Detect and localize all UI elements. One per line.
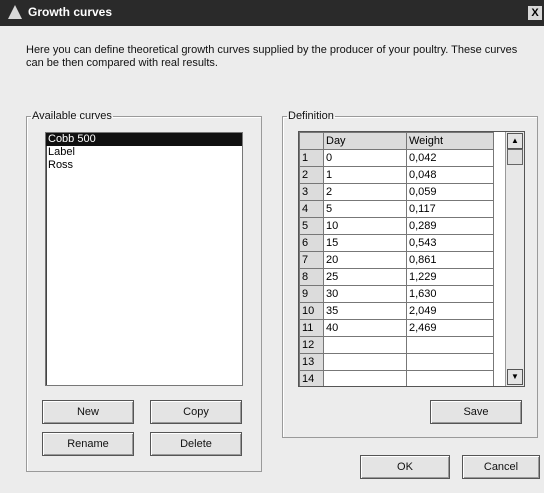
row-number[interactable]: 10 [299, 302, 324, 320]
weight-cell[interactable]: 2,469 [406, 319, 494, 337]
row-number[interactable]: 9 [299, 285, 324, 303]
close-button[interactable]: X [528, 6, 542, 20]
table-row[interactable]: 5 10 0,289 [299, 217, 494, 235]
grid-header-row: Day Weight [299, 132, 494, 150]
weight-cell[interactable]: 0,543 [406, 234, 494, 252]
row-number[interactable]: 12 [299, 336, 324, 354]
title-bar[interactable]: Growth curves X [0, 0, 544, 26]
cancel-button[interactable]: Cancel [462, 455, 540, 479]
row-number[interactable]: 8 [299, 268, 324, 286]
row-number[interactable]: 5 [299, 217, 324, 235]
day-cell[interactable]: 0 [323, 149, 407, 167]
curve-list-item[interactable]: Cobb 500 [46, 133, 242, 146]
day-cell[interactable] [323, 353, 407, 371]
table-row[interactable]: 10 35 2,049 [299, 302, 494, 320]
column-header-day[interactable]: Day [323, 132, 407, 150]
delete-button[interactable]: Delete [150, 432, 242, 456]
table-row[interactable]: 2 1 0,048 [299, 166, 494, 184]
weight-cell[interactable]: 0,059 [406, 183, 494, 201]
row-number[interactable]: 11 [299, 319, 324, 337]
weight-cell[interactable]: 0,048 [406, 166, 494, 184]
scroll-thumb[interactable] [507, 149, 523, 165]
row-number[interactable]: 2 [299, 166, 324, 184]
weight-cell[interactable] [406, 336, 494, 354]
table-row[interactable]: 7 20 0,861 [299, 251, 494, 269]
table-row[interactable]: 8 25 1,229 [299, 268, 494, 286]
scroll-down-icon[interactable]: ▼ [507, 369, 523, 385]
row-number[interactable]: 3 [299, 183, 324, 201]
table-row[interactable]: 1 0 0,042 [299, 149, 494, 167]
table-row[interactable]: 13 [299, 353, 494, 371]
day-cell[interactable] [323, 336, 407, 354]
table-row[interactable]: 11 40 2,469 [299, 319, 494, 337]
weight-cell[interactable]: 0,042 [406, 149, 494, 167]
table-row[interactable]: 6 15 0,543 [299, 234, 494, 252]
rename-button[interactable]: Rename [42, 432, 134, 456]
available-curves-legend: Available curves [32, 110, 112, 122]
row-number[interactable]: 7 [299, 251, 324, 269]
day-cell[interactable]: 40 [323, 319, 407, 337]
new-button[interactable]: New [42, 400, 134, 424]
weight-cell[interactable]: 0,861 [406, 251, 494, 269]
definition-legend: Definition [288, 110, 334, 122]
curve-list-item[interactable]: Ross [46, 159, 242, 172]
row-number[interactable]: 13 [299, 353, 324, 371]
day-cell[interactable]: 30 [323, 285, 407, 303]
weight-cell[interactable]: 0,289 [406, 217, 494, 235]
row-number[interactable]: 14 [299, 370, 324, 386]
table-row[interactable]: 4 5 0,117 [299, 200, 494, 218]
row-number[interactable]: 1 [299, 149, 324, 167]
day-cell[interactable] [323, 370, 407, 386]
growth-curves-dialog: Growth curves X Here you can define theo… [0, 0, 544, 493]
table-row[interactable]: 3 2 0,059 [299, 183, 494, 201]
save-button[interactable]: Save [430, 400, 522, 424]
weight-cell[interactable] [406, 370, 494, 386]
day-cell[interactable]: 2 [323, 183, 407, 201]
column-header-weight[interactable]: Weight [406, 132, 494, 150]
day-cell[interactable]: 15 [323, 234, 407, 252]
intro-text: Here you can define theoretical growth c… [26, 44, 518, 69]
weight-cell[interactable]: 1,630 [406, 285, 494, 303]
day-cell[interactable]: 35 [323, 302, 407, 320]
weight-cell[interactable]: 2,049 [406, 302, 494, 320]
day-cell[interactable]: 25 [323, 268, 407, 286]
table-row[interactable]: 9 30 1,630 [299, 285, 494, 303]
day-cell[interactable]: 1 [323, 166, 407, 184]
table-row[interactable]: 14 [299, 370, 494, 386]
app-icon [8, 5, 22, 19]
scroll-up-icon[interactable]: ▲ [507, 133, 523, 149]
window-title: Growth curves [28, 5, 113, 19]
row-number[interactable]: 6 [299, 234, 324, 252]
curve-list-item[interactable]: Label [46, 146, 242, 159]
curves-listbox[interactable]: Cobb 500 Label Ross [45, 132, 243, 386]
grid-scrollbar[interactable]: ▲ ▼ [505, 132, 524, 386]
grid-corner [299, 132, 324, 150]
day-cell[interactable]: 5 [323, 200, 407, 218]
weight-cell[interactable]: 0,117 [406, 200, 494, 218]
day-cell[interactable]: 20 [323, 251, 407, 269]
row-number[interactable]: 4 [299, 200, 324, 218]
day-cell[interactable]: 10 [323, 217, 407, 235]
table-row[interactable]: 12 [299, 336, 494, 354]
weight-cell[interactable] [406, 353, 494, 371]
definition-grid[interactable]: Day Weight 1 0 0,042 2 1 0,048 3 2 0,059 4 5 0,117 5… [298, 131, 525, 387]
copy-button[interactable]: Copy [150, 400, 242, 424]
ok-button[interactable]: OK [360, 455, 450, 479]
weight-cell[interactable]: 1,229 [406, 268, 494, 286]
